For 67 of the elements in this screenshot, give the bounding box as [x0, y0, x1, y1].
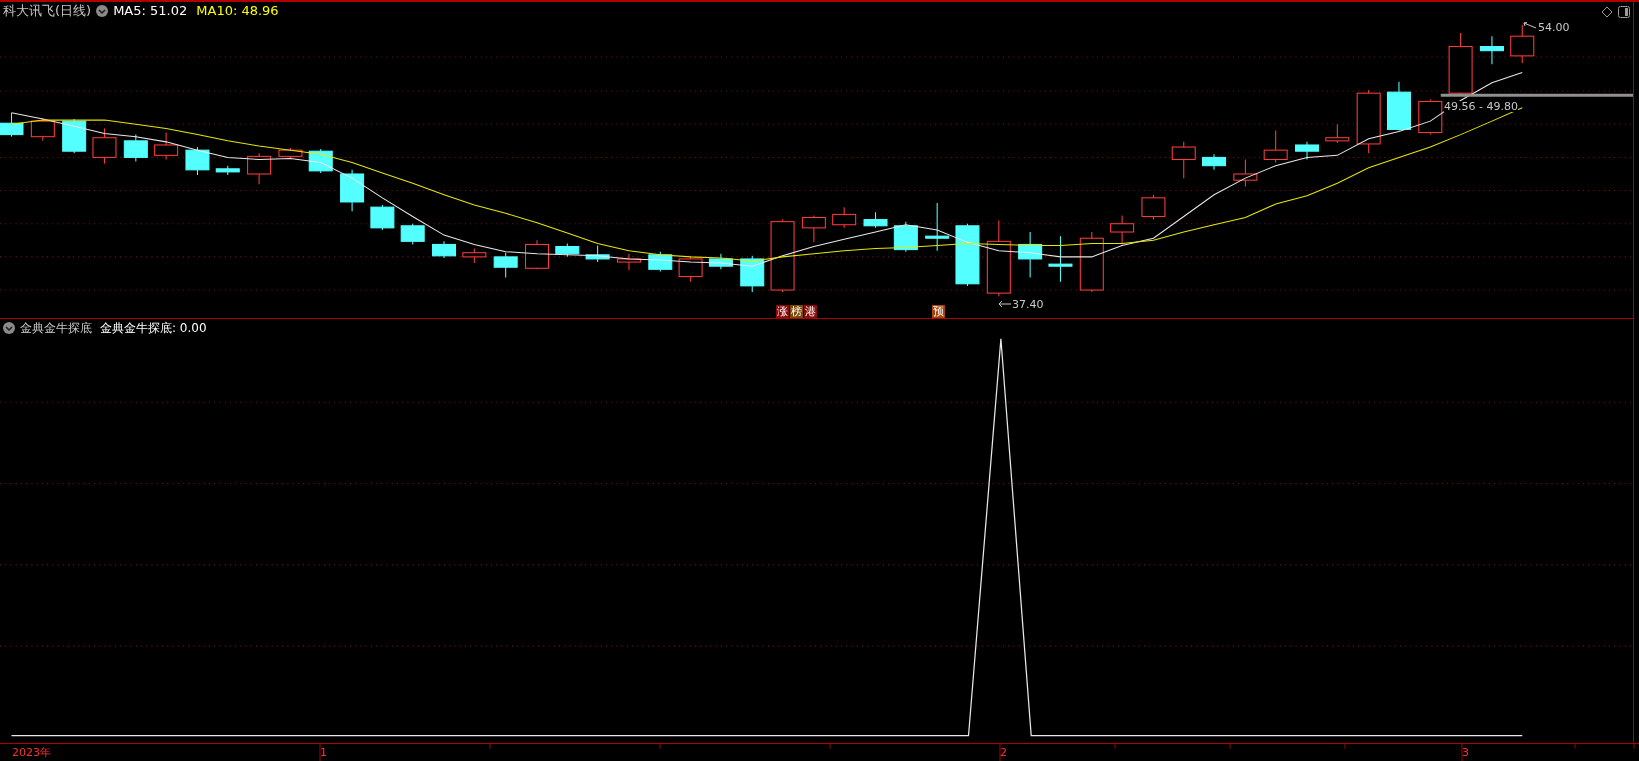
- candle: [616, 253, 641, 271]
- indicator-value: 金典金牛探底: 0.00: [100, 322, 207, 334]
- candle: [432, 240, 457, 259]
- ma5-value: MA5: 51.02: [113, 4, 188, 17]
- candle: [1233, 158, 1258, 187]
- dropdown-icon[interactable]: [96, 4, 109, 17]
- candle: [1356, 89, 1381, 154]
- signal-tag: 榜: [790, 305, 803, 318]
- candle: [1048, 235, 1073, 283]
- candle: [0, 112, 24, 138]
- candle: [863, 211, 888, 229]
- candle: [585, 244, 610, 263]
- candle: [62, 118, 87, 154]
- chart-title: 科大讯飞(日线): [3, 4, 92, 17]
- candle: [1325, 123, 1350, 144]
- candle: [278, 147, 303, 159]
- candle: [1479, 35, 1504, 65]
- candle: [1418, 98, 1443, 136]
- signal-tag: 港: [804, 305, 817, 318]
- arrow-icon: [998, 300, 1011, 308]
- axis-label: 1: [320, 747, 327, 758]
- candle: [462, 248, 487, 264]
- diamond-icon[interactable]: [1601, 6, 1613, 18]
- candle: [648, 251, 673, 272]
- candle: [1386, 81, 1411, 131]
- candle: [1018, 231, 1043, 279]
- candle: [370, 204, 395, 231]
- candle: [708, 253, 733, 270]
- candle: [1295, 141, 1320, 160]
- high-price-label: 54.00: [1538, 22, 1570, 33]
- candle: [247, 152, 272, 185]
- candle: [185, 146, 210, 176]
- candle: [340, 169, 365, 212]
- candle: [1110, 214, 1135, 245]
- low-price-label: 37.40: [1012, 299, 1044, 310]
- candle: [1263, 129, 1288, 164]
- candle: [154, 132, 179, 160]
- candle: [1202, 153, 1227, 171]
- axis-label: 2023年: [12, 747, 51, 758]
- candle: [740, 255, 765, 293]
- signal-tag: 涨: [776, 305, 789, 318]
- candle: [955, 223, 980, 287]
- candle: [493, 252, 518, 279]
- arrow-icon: [1523, 22, 1537, 30]
- ma10-value: MA10: 48.96: [196, 4, 279, 17]
- candle: [525, 239, 550, 270]
- candle: [30, 117, 55, 142]
- candle: [1448, 32, 1473, 96]
- candle: [1141, 194, 1166, 221]
- panel-icon[interactable]: [1618, 6, 1630, 18]
- candle: [678, 255, 703, 283]
- candle: [925, 202, 950, 252]
- axis-label: 3: [1462, 747, 1469, 758]
- candle: [1510, 24, 1535, 64]
- signal-tag: 预: [932, 305, 945, 318]
- candle: [92, 127, 117, 165]
- candle: [555, 242, 580, 258]
- indicator-name: 金典金牛探底: [20, 322, 92, 334]
- axis-label: 2: [1000, 747, 1007, 758]
- candle: [123, 134, 148, 163]
- candle: [801, 214, 826, 243]
- dropdown-icon[interactable]: [3, 322, 15, 334]
- candle: [832, 206, 857, 229]
- candle: [400, 223, 425, 245]
- range-label: 49.56 - 49.80: [1444, 101, 1518, 112]
- candle: [1079, 231, 1104, 293]
- candle: [1171, 141, 1196, 179]
